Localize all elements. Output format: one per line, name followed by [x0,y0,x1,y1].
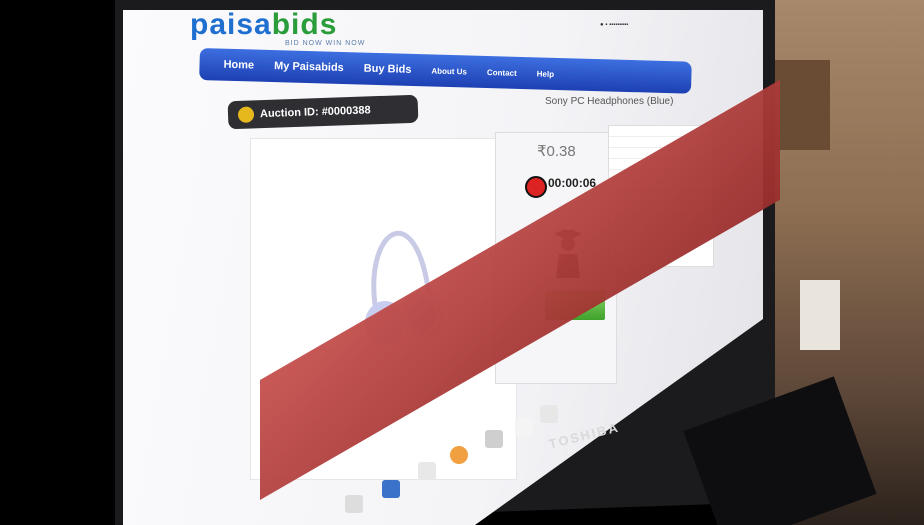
countdown-timer: 00:00:06 [548,176,597,190]
nav-home[interactable]: Home [223,59,254,72]
taskbar-icon-firefox[interactable] [450,446,468,464]
top-links[interactable]: ● ▪ ▪▪▪▪▪▪▪▪▪ [600,22,628,28]
logo-text-2: bids [271,8,338,41]
nav-buy-bids[interactable]: Buy Bids [364,63,412,76]
site-tagline: BID NOW WIN NOW [285,40,366,47]
site-logo[interactable]: paisabids [190,8,337,42]
clock-icon [525,176,547,198]
taskbar-icon-app[interactable] [515,418,533,436]
nav-help[interactable]: Help [537,69,555,78]
current-price: ₹0.38 [537,143,576,160]
nav-about-us[interactable]: About Us [431,66,467,76]
photo-frame: paisabids BID NOW WIN NOW ● ▪ ▪▪▪▪▪▪▪▪▪ … [0,0,924,525]
product-title: Sony PC Headphones (Blue) [545,96,674,107]
auction-id-label: Auction ID: #0000388 [259,104,371,121]
nav-contact[interactable]: Contact [487,68,517,78]
taskbar-icon-app[interactable] [485,430,503,448]
background-wall [800,280,840,350]
nav-my-paisabids[interactable]: My Paisabids [274,60,344,74]
taskbar-icon-app[interactable] [418,462,436,480]
taskbar-icon-explorer[interactable] [382,480,400,498]
taskbar-icon-app[interactable] [540,405,558,423]
taskbar-icon-app[interactable] [345,495,363,513]
coin-icon [237,106,255,123]
logo-text-1: paisa [190,8,272,41]
